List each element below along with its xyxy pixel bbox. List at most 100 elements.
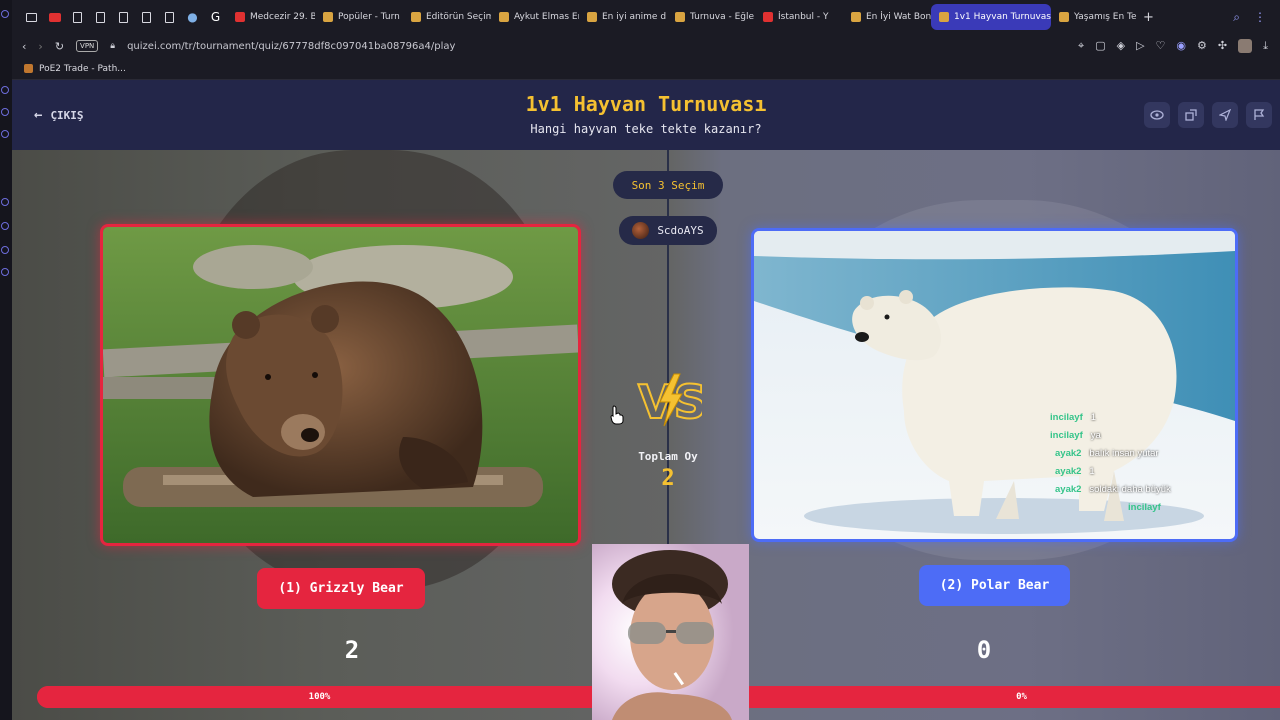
- versus-icon: VS: [637, 373, 702, 430]
- poe-icon: [24, 64, 33, 73]
- new-tab-button[interactable]: +: [1139, 4, 1159, 30]
- pin-icon[interactable]: ⌖: [1078, 39, 1084, 53]
- side-rail: [0, 0, 12, 720]
- browser-tab[interactable]: Medcezir 29. B: [227, 4, 315, 30]
- quizei-icon: [499, 12, 509, 22]
- document-icon[interactable]: [158, 0, 181, 34]
- youtube-icon: [235, 12, 245, 22]
- settings-icon[interactable]: ⚙: [1197, 39, 1207, 53]
- url-field[interactable]: quizei.com/tr/tournament/quiz/67778df8c0…: [127, 41, 455, 52]
- rail-icon[interactable]: [1, 246, 9, 254]
- screen: ● G Medcezir 29. B Popüler - Turn Editör…: [0, 0, 1280, 720]
- vote-polar-button[interactable]: (2) Polar Bear: [919, 565, 1070, 606]
- hand-cursor-icon: [610, 405, 624, 425]
- grizzly-bear-card[interactable]: [100, 224, 581, 546]
- tab-bar: ● G Medcezir 29. B Popüler - Turn Editör…: [12, 0, 1280, 34]
- rail-icon[interactable]: [1, 130, 9, 138]
- browser-tab[interactable]: Turnuva - Eğle: [667, 4, 755, 30]
- rail-icon[interactable]: [1, 10, 9, 18]
- vpn-badge[interactable]: VPN: [76, 40, 99, 52]
- document-icon[interactable]: [135, 0, 158, 34]
- window-icon[interactable]: [20, 0, 43, 34]
- chat-message: ayak2 soldaki daha büyük: [1055, 484, 1171, 495]
- stream-chat: incilayf 1 incilayf ya ayak2 balık insan yu…: [1050, 409, 1171, 517]
- chat-message: incilayf ya: [1050, 430, 1101, 441]
- chat-message: ayak2 1: [1055, 466, 1095, 477]
- browser-tab-active[interactable]: 1v1 Hayvan Turnuvası - T: [931, 4, 1051, 30]
- browser-tab[interactable]: Popüler - Turn: [315, 4, 403, 30]
- rail-icon[interactable]: [1, 268, 9, 276]
- rail-icon[interactable]: [1, 86, 9, 94]
- send-icon[interactable]: [1212, 102, 1238, 128]
- youtube-icon: [763, 12, 773, 22]
- polar-vote-count: 0: [976, 636, 992, 664]
- browser-tab[interactable]: Yaşamış En Te: [1051, 4, 1139, 30]
- streamer-face-image: [592, 544, 749, 720]
- browser-tab[interactable]: En İyi Wat Bon: [843, 4, 931, 30]
- grizzly-vote-count: 2: [344, 636, 360, 664]
- download-icon[interactable]: ⤓: [1263, 39, 1268, 53]
- grizzly-progress-bar: 100%: [37, 686, 602, 708]
- puzzle-icon[interactable]: ✣: [1218, 39, 1227, 53]
- address-actions: ⌖ ▢ ◈ ▷ ♡ ◉ ⚙ ✣ ⤓: [1078, 39, 1280, 53]
- quizei-icon: [675, 12, 685, 22]
- steam-icon[interactable]: ●: [181, 0, 204, 34]
- screenshot-icon[interactable]: ▢: [1095, 39, 1105, 53]
- quizei-icon: [939, 12, 949, 22]
- chat-message: incilayf 1: [1050, 412, 1097, 423]
- polar-percent: 0%: [1016, 692, 1027, 702]
- google-icon[interactable]: G: [204, 0, 227, 34]
- total-votes-value: 2: [661, 466, 675, 491]
- quiz-header: ← ÇIKIŞ 1v1 Hayvan Turnuvası Hangi hayva…: [12, 80, 1280, 150]
- browser-tab[interactable]: İstanbul - Y: [755, 4, 843, 30]
- streamer-webcam: [592, 544, 749, 720]
- recent-user-chip[interactable]: ScdoAYS: [619, 216, 717, 245]
- header-actions: [1144, 102, 1272, 128]
- browser-tab[interactable]: Editörün Seçim: [403, 4, 491, 30]
- quizei-icon: [1059, 12, 1069, 22]
- youtube-icon[interactable]: [43, 0, 66, 34]
- tournament-page: ← ÇIKIŞ 1v1 Hayvan Turnuvası Hangi hayva…: [12, 80, 1280, 720]
- rail-icon[interactable]: [1, 222, 9, 230]
- chat-message: incilayf: [1128, 502, 1161, 513]
- rail-icon[interactable]: [1, 108, 9, 116]
- profile-avatar[interactable]: [1238, 39, 1253, 53]
- share-icon[interactable]: [1178, 102, 1204, 128]
- document-icon[interactable]: [89, 0, 112, 34]
- rail-icon[interactable]: [1, 198, 9, 206]
- total-votes-label: Toplam Oy: [638, 450, 698, 463]
- reload-icon[interactable]: ↻: [55, 40, 64, 53]
- quiz-subtitle: Hangi hayvan teke tekte kazanır?: [530, 122, 762, 136]
- more-icon[interactable]: ⋮: [1254, 10, 1266, 25]
- browser-tab[interactable]: Aykut Elmas En: [491, 4, 579, 30]
- search-tabs-icon[interactable]: ⌕: [1233, 10, 1240, 25]
- quizei-icon: [411, 12, 421, 22]
- grizzly-percent: 100%: [308, 692, 331, 702]
- bookmarks-bar: PoE2 Trade - Path...: [12, 58, 1280, 80]
- recent-user-name: ScdoAYS: [657, 224, 704, 237]
- document-icon[interactable]: [66, 0, 89, 34]
- document-icon[interactable]: [112, 0, 135, 34]
- extension-icon[interactable]: ◉: [1176, 39, 1186, 53]
- avatar: [632, 222, 650, 239]
- quiz-title: 1v1 Hayvan Turnuvası: [525, 92, 767, 116]
- bookmark-poe2-trade[interactable]: PoE2 Trade - Path...: [39, 64, 126, 74]
- vote-grizzly-button[interactable]: (1) Grizzly Bear: [257, 568, 425, 609]
- shield-icon[interactable]: ◈: [1117, 39, 1125, 53]
- play-icon[interactable]: ▷: [1136, 39, 1144, 53]
- back-icon[interactable]: ‹: [22, 40, 26, 53]
- forward-icon[interactable]: ›: [38, 40, 42, 53]
- chat-message: ayak2 balık insan yutar: [1055, 448, 1159, 459]
- browser-tab[interactable]: En iyi anime d: [579, 4, 667, 30]
- flag-icon[interactable]: [1246, 102, 1272, 128]
- quizei-icon: [587, 12, 597, 22]
- eye-icon[interactable]: [1144, 102, 1170, 128]
- grizzly-bear-image: [103, 227, 578, 543]
- recent-choices-badge[interactable]: Son 3 Seçim: [613, 171, 723, 199]
- tab-bar-actions: ⌕ ⋮: [1233, 10, 1280, 25]
- quizei-icon: [851, 12, 861, 22]
- quizei-icon: [323, 12, 333, 22]
- heart-icon[interactable]: ♡: [1156, 39, 1166, 53]
- address-bar: ‹ › ↻ VPN 🔒︎ quizei.com/tr/tournament/qu…: [12, 34, 1280, 58]
- lock-icon: 🔒︎: [110, 41, 116, 51]
